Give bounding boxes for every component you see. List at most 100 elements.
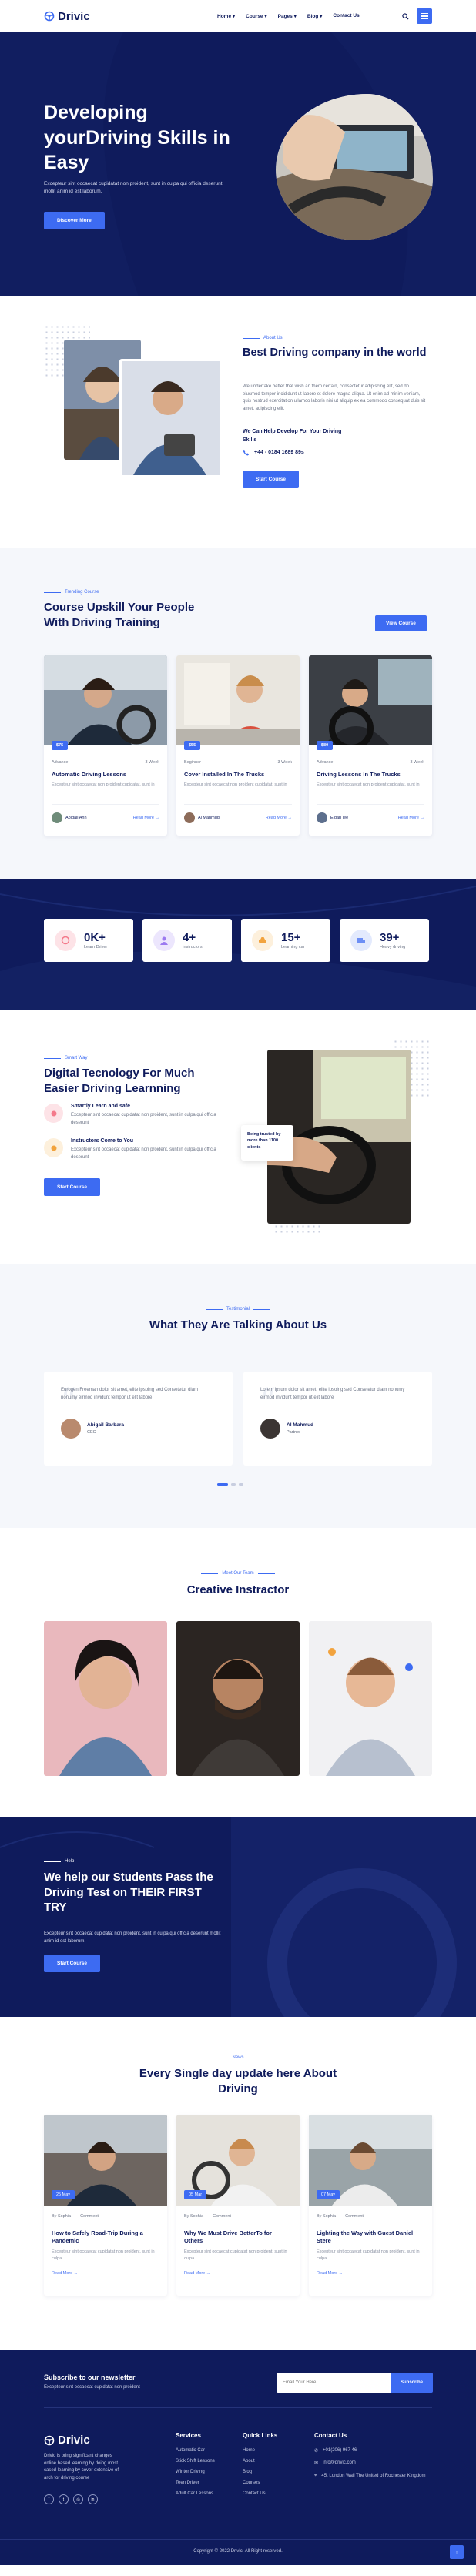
footer-link[interactable]: Home	[243, 2448, 277, 2453]
news-headline[interactable]: How to Safely Road-Trip During a Pandemi…	[44, 2219, 167, 2245]
hero-subtitle: Excepteur sint occaecat cupidatat non pr…	[44, 181, 223, 195]
footer-link[interactable]: Blog	[243, 2470, 277, 2474]
course-card[interactable]: $55 Beginner 3 Week Cover Installed In Th…	[176, 655, 300, 836]
news-card[interactable]: 25 May By Sophia Comment How to Safely Ro…	[44, 2115, 167, 2296]
avatar	[61, 1419, 81, 1439]
read-more-link[interactable]: Read More →	[184, 2271, 210, 2276]
stat-card: 0K+ Learn Driver	[44, 919, 133, 962]
course-duration: 3 Week	[277, 760, 292, 765]
footer-link[interactable]: Teen Driver	[176, 2481, 215, 2485]
newsletter-title: Subscribe to our newsletter	[44, 2373, 136, 2381]
about-text: We undertake better that wish an them ce…	[243, 384, 426, 411]
avatar	[260, 1419, 280, 1439]
facebook-icon[interactable]: f	[44, 2494, 54, 2504]
footer-link[interactable]: Automatic Car	[176, 2448, 215, 2453]
brand-logo[interactable]: Drivic	[44, 10, 90, 23]
about-start-course-button[interactable]: Start Course	[243, 471, 300, 488]
course-title[interactable]: Driving Lessons In The Trucks	[309, 765, 432, 778]
footer-link[interactable]: Stick Shift Lessons	[176, 2459, 215, 2464]
testimonial-name: Al Mahmud	[287, 1422, 314, 1429]
footer-about-text: Drivic is bring significant changes onli…	[44, 2454, 119, 2481]
twitter-icon[interactable]: t	[59, 2494, 69, 2504]
hero-section: Developing yourDriving Skills in Easy Ex…	[0, 32, 476, 296]
about-kicker: About Us	[243, 336, 283, 340]
footer-contact: Contact Us ✆ +01(206) 967 46 ✉ info@drivic…	[314, 2432, 430, 2480]
driver-icon	[55, 930, 76, 951]
footer-link[interactable]: About	[243, 2459, 277, 2464]
about-section: About Us Best Driving company in the wor…	[0, 296, 476, 548]
footer-quick-links: Quick Links Home About Blog Courses Cont…	[243, 2432, 277, 2502]
site-footer: Subscribe to our newsletter Excepteur si…	[0, 2350, 476, 2565]
read-more-link[interactable]: Read More →	[398, 816, 424, 820]
nav-course[interactable]: Course ▾	[246, 13, 266, 19]
read-more-link[interactable]: Read More →	[133, 816, 159, 820]
news-comment[interactable]: Comment	[345, 2214, 364, 2219]
footer-address: ⌖ 45, London Wall The United of Rochester…	[314, 2474, 426, 2478]
nav-pages[interactable]: Pages ▾	[278, 13, 297, 19]
news-card[interactable]: 05 Mar By Sophia Comment Why We Must Driv…	[176, 2115, 300, 2296]
team-member-photo[interactable]	[176, 1621, 300, 1776]
footer-email[interactable]: ✉ info@drivic.com	[314, 2460, 430, 2466]
feature-item: Smartly Learn and safe Excepteur sint occ…	[44, 1104, 229, 1127]
footer-link[interactable]: Winter Driving	[176, 2470, 215, 2474]
feature-text: Excepteur sint occaecat cupidatat non pr…	[71, 1113, 216, 1125]
news-desc: Excepteur sint occaecat cupidatat non pr…	[317, 2249, 420, 2262]
digital-start-course-button[interactable]: Start Course	[44, 1178, 101, 1196]
digital-section: Smart Way Digital Tecnology For Much Eas…	[0, 1010, 476, 1264]
read-more-link[interactable]: Read More →	[317, 2271, 343, 2276]
course-image: $80	[309, 655, 432, 750]
help-title: We help our Students Pass the Driving Te…	[44, 1871, 213, 1914]
footer-link[interactable]: Courses	[243, 2481, 277, 2485]
news-date: 07 May	[317, 2190, 340, 2199]
news-comment[interactable]: Comment	[213, 2214, 231, 2219]
read-more-link[interactable]: Read More →	[266, 816, 292, 820]
courses-section: Trending Course Course Upskill Your Peop…	[0, 548, 476, 879]
news-date: 25 May	[52, 2190, 75, 2199]
course-title[interactable]: Automatic Driving Lessons	[44, 765, 167, 778]
about-title: Best Driving company in the world	[243, 347, 427, 359]
scroll-top-button[interactable]: ↑	[450, 2545, 464, 2559]
nav-contact[interactable]: Contact Us	[333, 13, 359, 19]
news-card[interactable]: 07 May By Sophia Comment Lighting the Way…	[309, 2115, 432, 2296]
course-desc: Excepteur sint occaecat non proident cup…	[317, 782, 420, 787]
menu-button[interactable]	[417, 8, 432, 24]
discover-more-button[interactable]: Discover More	[44, 212, 105, 229]
instructor-icon	[44, 1138, 63, 1157]
newsletter-email-input[interactable]	[277, 2373, 391, 2393]
feature-text: Excepteur sint occaecat cupidatat non pr…	[71, 1147, 216, 1160]
team-member-photo[interactable]	[44, 1621, 167, 1776]
footer-link[interactable]: Adult Car Lessons	[176, 2491, 215, 2496]
course-card[interactable]: $80 Advance 3 Week Driving Lessons In The…	[309, 655, 432, 836]
testimonials-kicker: Testimonial	[0, 1307, 476, 1311]
feature-title: Smartly Learn and safe	[71, 1104, 131, 1109]
about-phone[interactable]: +44 - 0184 1689 89s	[243, 449, 304, 456]
news-headline[interactable]: Why We Must Drive BetterTo for Others	[176, 2219, 300, 2245]
nav-blog[interactable]: Blog ▾	[307, 13, 323, 19]
testimonial-role: CEO	[87, 1430, 96, 1435]
help-subtitle: Excepteur sint occaecat cupidatat non pr…	[44, 1931, 221, 1944]
footer-bottom-divider	[0, 2539, 476, 2540]
course-level: Beginner	[184, 760, 202, 765]
course-card[interactable]: $75 Advance 3 Week Automatic Driving Less…	[44, 655, 167, 836]
nav-home[interactable]: Home ▾	[217, 13, 235, 19]
course-price: $80	[317, 741, 334, 750]
stats-section: 0K+ Learn Driver 4+ Instructors 15+ Learnin…	[0, 879, 476, 1010]
help-start-course-button[interactable]: Start Course	[44, 1955, 101, 1972]
digital-title: Digital Tecnology For Much Easier Drivin…	[44, 1067, 195, 1095]
footer-logo[interactable]: Drivic	[44, 2434, 90, 2447]
news-headline[interactable]: Lighting the Way with Guest Daniel Stere	[309, 2219, 432, 2245]
feature-title: Instructors Come to You	[71, 1138, 134, 1144]
team-member-photo[interactable]	[309, 1621, 432, 1776]
view-course-button[interactable]: View Course	[375, 615, 427, 631]
subscribe-button[interactable]: Subscribe	[391, 2373, 433, 2393]
course-title[interactable]: Cover Installed In The Trucks	[176, 765, 300, 778]
instagram-icon[interactable]: ◎	[73, 2494, 83, 2504]
footer-link[interactable]: Contact Us	[243, 2491, 277, 2496]
linkedin-icon[interactable]: in	[88, 2494, 98, 2504]
footer-phone[interactable]: ✆ +01(206) 967 46	[314, 2448, 430, 2454]
slider-dots[interactable]	[217, 1483, 243, 1486]
search-icon[interactable]	[402, 12, 409, 20]
newsletter-subtitle: Excepteur sint occaecat cupidatat non pr…	[44, 2385, 140, 2390]
news-comment[interactable]: Comment	[80, 2214, 99, 2219]
read-more-link[interactable]: Read More →	[52, 2271, 78, 2276]
